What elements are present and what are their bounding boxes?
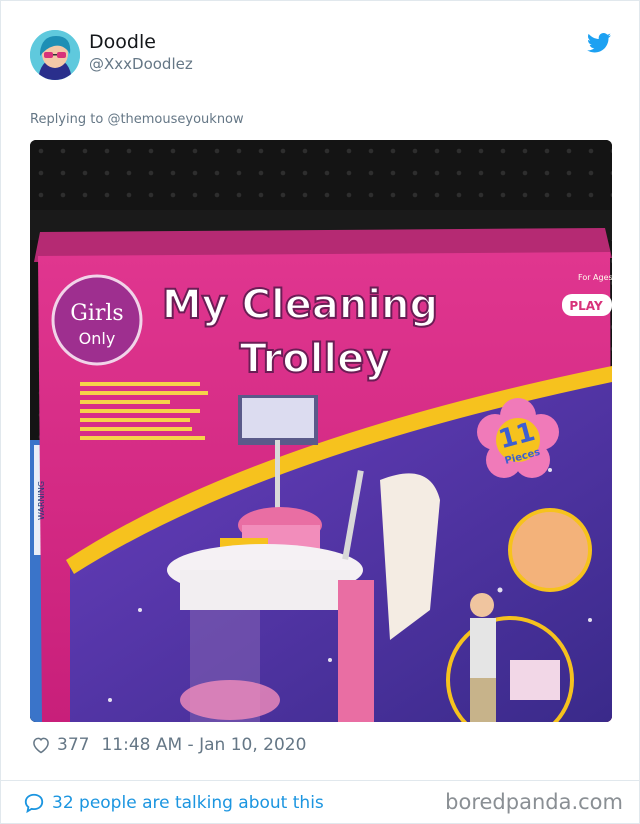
like-count[interactable]: 377	[57, 735, 89, 755]
avatar[interactable]	[30, 30, 80, 80]
tweet-meta: 377 11:48 AM - Jan 10, 2020	[31, 734, 306, 756]
talking-count-label[interactable]: 32 people are talking about this	[52, 793, 324, 813]
box-title-line2: Trolley	[240, 336, 391, 382]
tweet-photo[interactable]: Girls Only My Cleaning Trolley For Ages …	[30, 140, 612, 722]
watermark: boredpanda.com	[445, 790, 623, 814]
tweet-card: Doodle @XxxDoodlez Replying to @themouse…	[0, 0, 640, 824]
reply-context: Replying to @themouseyouknow	[30, 112, 244, 127]
heart-icon[interactable]	[31, 735, 51, 755]
display-name[interactable]: Doodle	[89, 31, 156, 53]
divider	[1, 780, 640, 781]
play-badge: PLAY	[569, 299, 603, 313]
reply-mention-link[interactable]: @themouseyouknow	[107, 112, 243, 127]
brand-line2: Only	[79, 329, 116, 348]
user-handle[interactable]: @XxxDoodlez	[89, 55, 193, 73]
twitter-bird-icon[interactable]	[587, 33, 611, 53]
conversation-link[interactable]: 32 people are talking about this	[23, 791, 324, 815]
timestamp[interactable]: 11:48 AM - Jan 10, 2020	[101, 735, 306, 755]
brand-line1: Girls	[70, 301, 123, 326]
toy-box-photo: Girls Only My Cleaning Trolley For Ages …	[30, 140, 612, 722]
speech-bubble-icon	[24, 793, 44, 814]
avatar-image	[30, 30, 80, 80]
box-title-line1: My Cleaning	[162, 282, 438, 328]
for-ages-label: For Ages	[578, 273, 612, 282]
reply-prefix: Replying to	[30, 112, 104, 127]
side-warning-label: WARNING	[37, 481, 46, 520]
